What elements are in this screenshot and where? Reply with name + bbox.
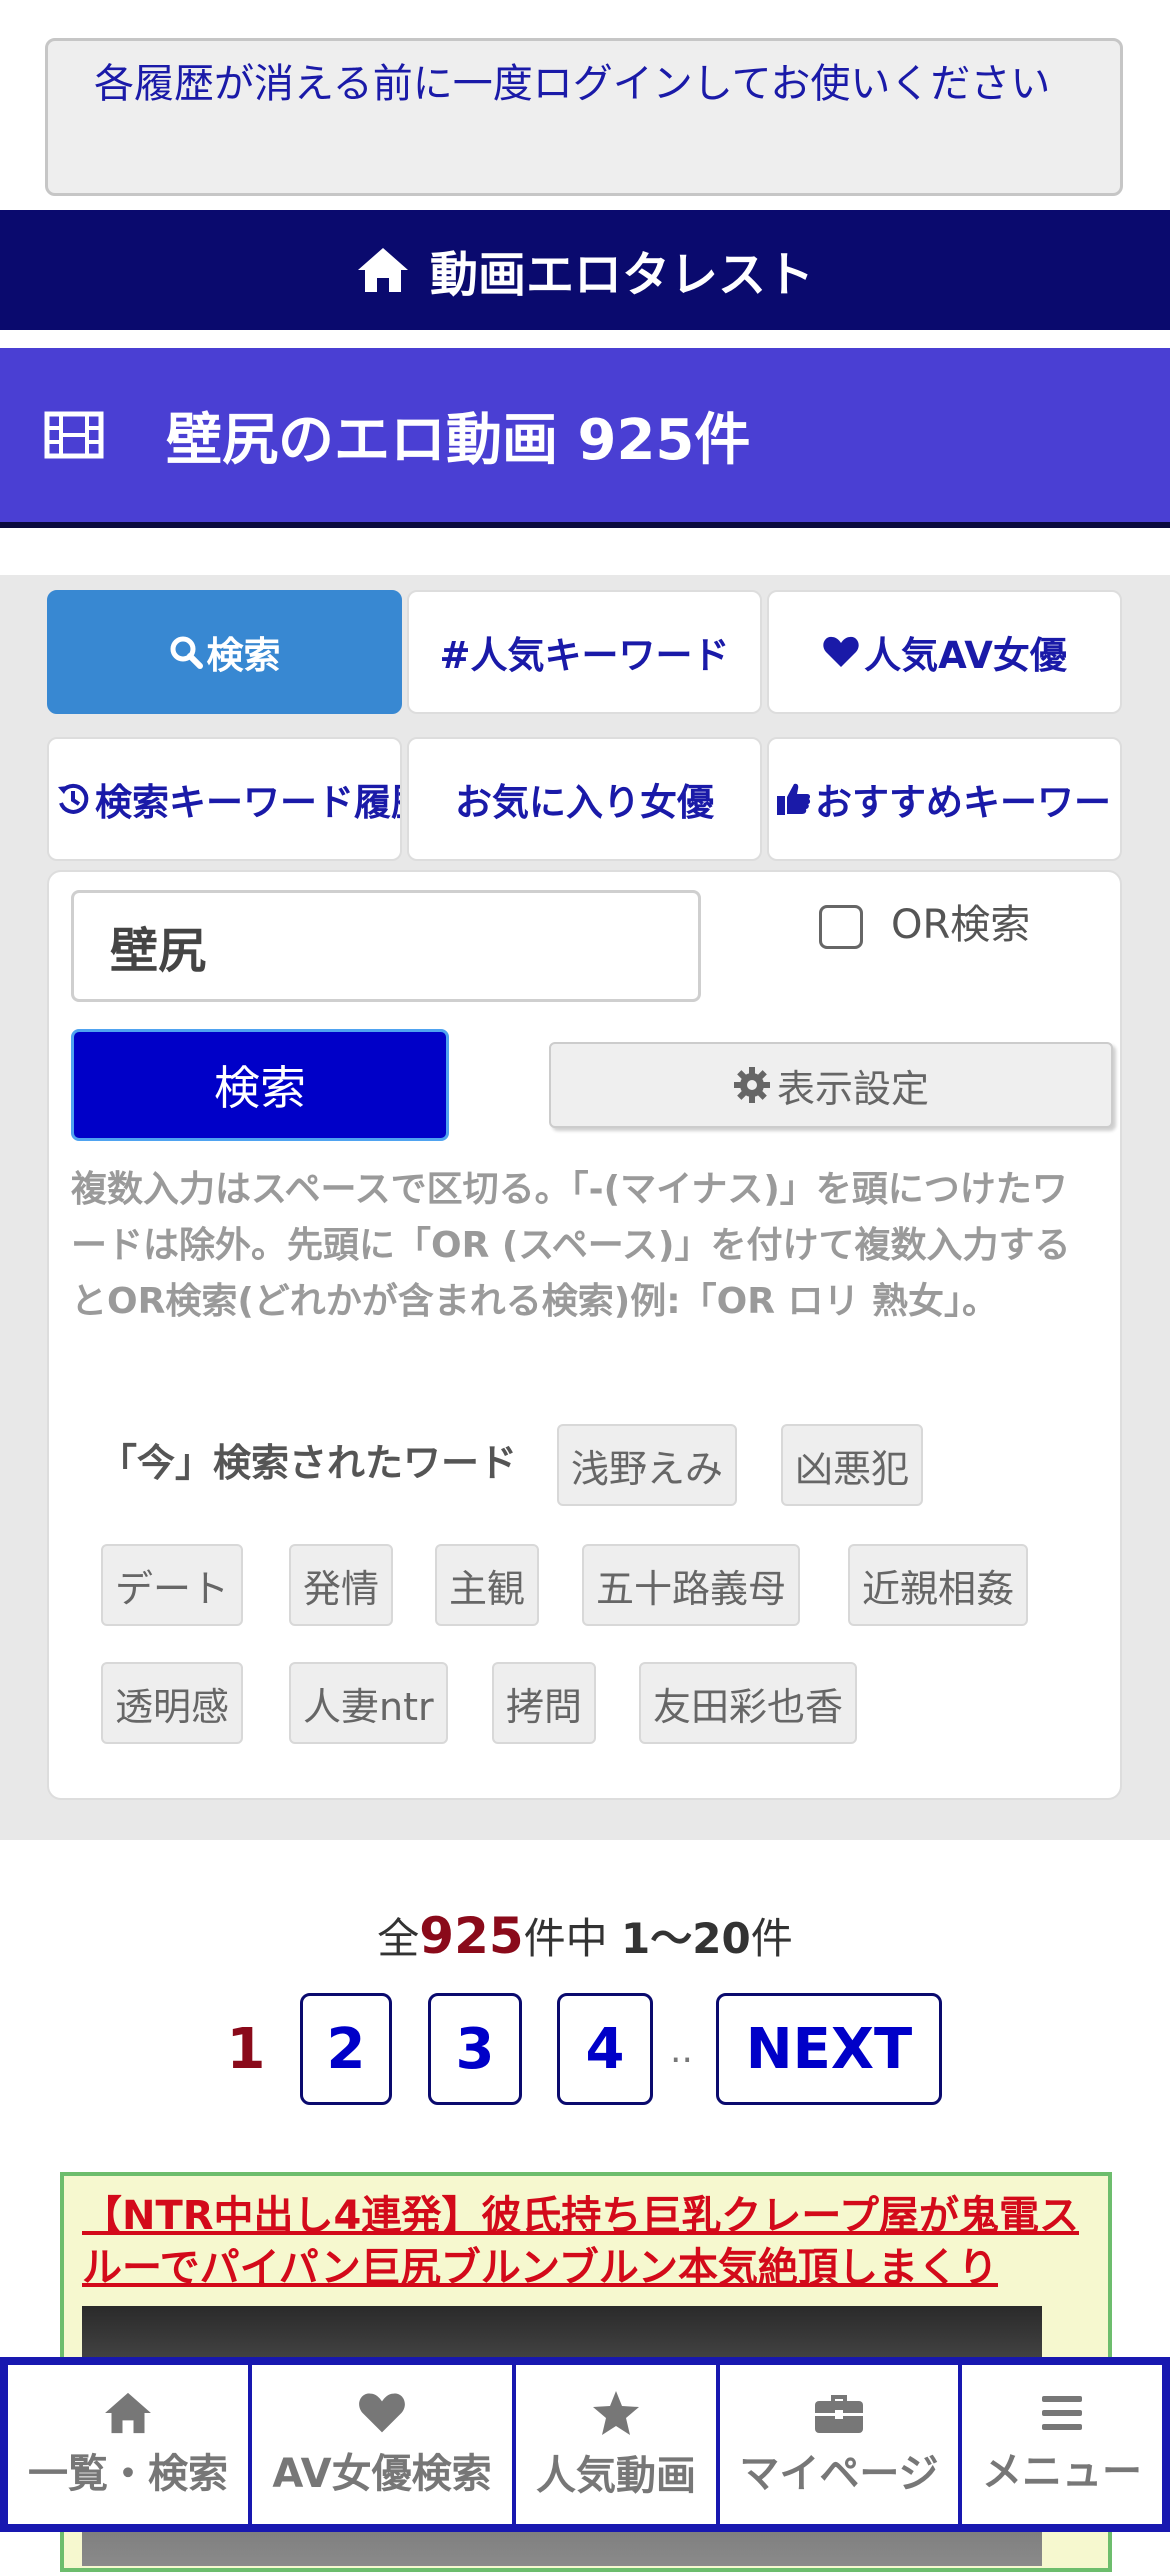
or-search-option[interactable]: OR検索 [819, 892, 1030, 950]
site-header[interactable]: 動画エロタレスト [0, 210, 1170, 330]
login-notice-text: 各履歴が消える前に一度ログインしてお使いください [94, 61, 1051, 107]
trending-tag[interactable]: 透明感 [101, 1662, 244, 1744]
menu-icon [1042, 2395, 1082, 2430]
trending-label: 「今」検索されたワード [99, 1441, 518, 1485]
search-button-label: 検索 [214, 1061, 306, 1115]
tab-search-label: 検索 [206, 634, 281, 677]
search-button[interactable]: 検索 [71, 1029, 449, 1141]
trending-tag[interactable]: 主観 [435, 1544, 540, 1626]
result-range: 1〜20 [621, 1914, 751, 1963]
tab-search-history[interactable]: 検索キーワード履歴 [47, 737, 402, 861]
tab-recommended-keywords[interactable]: おすすめキーワード [767, 737, 1122, 861]
tab-popular-actresses[interactable]: 人気AV女優 [767, 590, 1122, 714]
trending-tag[interactable]: 凶悪犯 [781, 1424, 924, 1506]
display-settings-label: 表示設定 [776, 1066, 929, 1111]
nav-actress-search-label: AV女優検索 [272, 2450, 492, 2497]
nav-my-page[interactable]: マイページ [720, 2365, 958, 2524]
film-icon [44, 411, 104, 459]
trending-tag[interactable]: デート [101, 1544, 244, 1626]
result-summary-middle: 件中 [523, 1914, 608, 1963]
search-input[interactable]: 壁尻 [71, 890, 701, 1002]
history-icon [58, 783, 89, 814]
trending-tag[interactable]: 拷問 [492, 1662, 597, 1744]
tab-popular-actresses-label: 人気AV女優 [864, 634, 1067, 677]
tab-popular-keywords-label: #人気キーワード [439, 634, 730, 677]
video-title-link[interactable]: 【NTR中出し4連発】彼氏持ち巨乳クレープ屋が鬼電スルーでパイパン巨尻ブルンブル… [82, 2190, 1092, 2294]
home-icon [357, 248, 408, 292]
tab-search-history-label: 検索キーワード履歴 [95, 781, 402, 824]
page-ellipsis: .. [670, 2030, 693, 2071]
or-search-label: OR検索 [891, 902, 1031, 948]
display-settings-button[interactable]: 表示設定 [549, 1042, 1113, 1128]
result-summary: 全925件中 1〜20件 [0, 1905, 1170, 1966]
or-search-checkbox[interactable] [819, 905, 863, 949]
page-title: 壁尻のエロ動画 925件 [166, 407, 751, 473]
trending-tag[interactable]: 五十路義母 [582, 1544, 801, 1626]
nav-popular-videos-label: 人気動画 [536, 2452, 696, 2499]
home-icon [105, 2392, 151, 2433]
page-link[interactable]: 2 [300, 1993, 392, 2105]
nav-my-page-label: マイページ [739, 2450, 939, 2497]
search-icon [170, 636, 203, 669]
page-title-bar: 壁尻のエロ動画 925件 [0, 348, 1170, 528]
site-title: 動画エロタレスト [429, 247, 814, 303]
result-summary-suffix: 件 [750, 1914, 793, 1963]
trending-tag[interactable]: 近親相姦 [848, 1544, 1029, 1626]
nav-menu[interactable]: メニュー [962, 2365, 1162, 2524]
result-total: 925 [419, 1907, 524, 1965]
search-help-text: 複数入力はスペースで区切る。「-(マイナス)」を頭につけたワードは除外。先頭に「… [71, 1169, 1071, 1322]
page-current: 1 [226, 2016, 266, 2082]
tab-favorite-actresses[interactable]: お気に入り女優 [407, 737, 762, 861]
thumbs-up-icon [777, 783, 811, 815]
tab-favorite-actresses-label: お気に入り女優 [455, 781, 714, 824]
trending-tag[interactable]: 発情 [289, 1544, 394, 1626]
nav-list-search-label: 一覧・検索 [28, 2450, 228, 2497]
tab-recommended-keywords-label: おすすめキーワード [815, 781, 1122, 824]
nav-actress-search[interactable]: AV女優検索 [252, 2365, 512, 2524]
gear-icon [733, 1067, 770, 1103]
result-summary-prefix: 全 [377, 1914, 420, 1963]
nav-popular-videos[interactable]: 人気動画 [516, 2365, 716, 2524]
search-input-value: 壁尻 [110, 923, 207, 979]
page-link[interactable]: 3 [428, 1993, 522, 2105]
search-panel: 壁尻 OR検索 検索 表示設定 複数入力はスペースで区切る。「-(マイナス)」を… [47, 870, 1122, 1800]
trending-tag[interactable]: 人妻ntr [289, 1662, 448, 1744]
page-next-button[interactable]: NEXT [716, 1993, 942, 2105]
nav-list-search[interactable]: 一覧・検索 [8, 2365, 248, 2524]
nav-menu-label: メニュー [982, 2448, 1142, 2495]
bottom-nav: 一覧・検索 AV女優検索 人気動画 マイページ メニュー [0, 2357, 1170, 2532]
login-notice: 各履歴が消える前に一度ログインしてお使いください [45, 38, 1123, 196]
star-icon [593, 2390, 639, 2435]
tab-popular-keywords[interactable]: #人気キーワード [407, 590, 762, 714]
trending-tag[interactable]: 浅野えみ [557, 1424, 738, 1506]
heart-icon [359, 2392, 405, 2432]
heart-icon [823, 636, 859, 667]
trending-tag[interactable]: 友田彩也香 [639, 1662, 858, 1744]
tab-search[interactable]: 検索 [47, 590, 402, 714]
briefcase-icon [815, 2394, 863, 2433]
page-link[interactable]: 4 [557, 1993, 653, 2105]
